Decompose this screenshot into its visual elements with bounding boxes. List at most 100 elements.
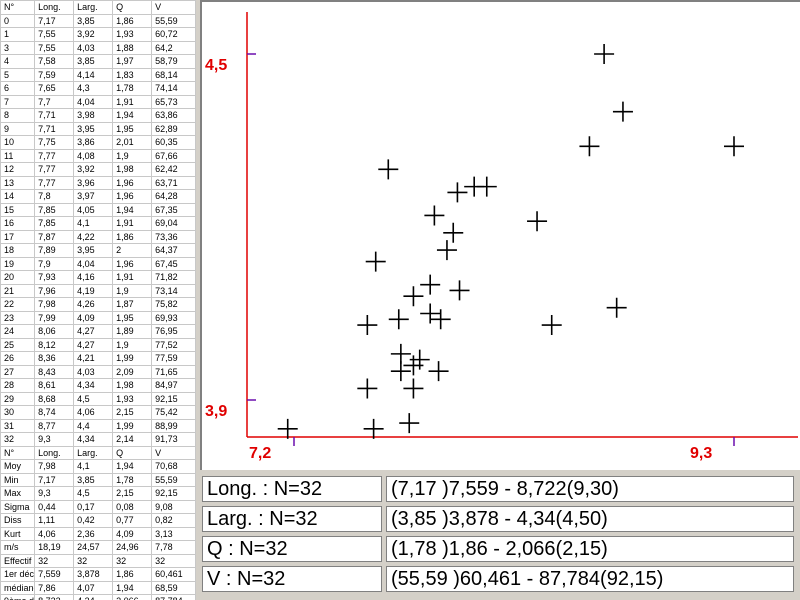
table-cell[interactable]: 7,55 [34, 27, 75, 42]
table-cell[interactable]: 0,82 [151, 513, 196, 528]
table-cell[interactable]: 4,27 [73, 337, 114, 352]
table-cell[interactable]: 24,96 [112, 540, 153, 555]
table-cell[interactable]: 22 [0, 297, 36, 312]
table-cell[interactable]: 18,19 [34, 540, 75, 555]
table-cell[interactable]: 64,28 [151, 189, 196, 204]
table-cell[interactable]: 3,878 [73, 567, 114, 582]
table-cell[interactable]: 1,96 [112, 189, 153, 204]
table-cell[interactable]: 1,78 [112, 472, 153, 487]
table-cell[interactable]: 7,55 [34, 40, 75, 55]
table-cell[interactable]: 7,58 [34, 54, 75, 69]
table-cell[interactable]: 7,85 [34, 202, 75, 217]
table-cell[interactable]: 1,94 [112, 202, 153, 217]
table-cell[interactable]: 1,83 [112, 67, 153, 82]
table-cell[interactable]: 1,95 [112, 121, 153, 136]
table-cell[interactable]: 4,3 [73, 81, 114, 96]
table-cell[interactable]: 1,99 [112, 351, 153, 366]
table-cell[interactable]: m/s [0, 540, 36, 555]
table-cell[interactable]: 2,15 [112, 486, 153, 501]
table-cell[interactable]: 3,95 [73, 121, 114, 136]
table-cell[interactable]: 1,86 [112, 13, 153, 28]
table-cell[interactable]: 77,59 [151, 351, 196, 366]
table-cell[interactable]: 75,82 [151, 297, 196, 312]
table-cell[interactable]: Q [112, 0, 153, 15]
table-cell[interactable]: 13 [0, 175, 36, 190]
table-cell[interactable]: 67,66 [151, 148, 196, 163]
table-cell[interactable]: 3,95 [73, 243, 114, 258]
table-cell[interactable]: 3,98 [73, 108, 114, 123]
table-cell[interactable]: 31 [0, 418, 36, 433]
table-cell[interactable]: 17 [0, 229, 36, 244]
table-cell[interactable]: 9,3 [34, 486, 75, 501]
table-cell[interactable]: 60,72 [151, 27, 196, 42]
table-cell[interactable]: 32 [151, 553, 196, 568]
table-cell[interactable]: 1,9 [112, 148, 153, 163]
table-cell[interactable]: 3,85 [73, 472, 114, 487]
table-cell[interactable]: 0,42 [73, 513, 114, 528]
table-cell[interactable]: 4,05 [73, 202, 114, 217]
table-cell[interactable]: 87,784 [151, 594, 196, 600]
table-cell[interactable]: 4,14 [73, 67, 114, 82]
table-cell[interactable]: 88,99 [151, 418, 196, 433]
table-cell[interactable]: 15 [0, 202, 36, 217]
table-cell[interactable]: 1,89 [112, 324, 153, 339]
table-cell[interactable]: 4,1 [73, 459, 114, 474]
table-cell[interactable]: 1,87 [112, 297, 153, 312]
table-cell[interactable]: 4,09 [112, 526, 153, 541]
table-cell[interactable]: 24,57 [73, 540, 114, 555]
table-cell[interactable]: 9ème décile [0, 594, 36, 600]
table-cell[interactable]: 1,98 [112, 162, 153, 177]
table-cell[interactable]: 32 [34, 553, 75, 568]
table-cell[interactable]: 71,82 [151, 270, 196, 285]
table-cell[interactable]: 3,85 [73, 13, 114, 28]
table-cell[interactable]: 60,461 [151, 567, 196, 582]
table-cell[interactable]: 4,5 [73, 486, 114, 501]
table-cell[interactable]: Larg. [73, 445, 114, 460]
table-cell[interactable]: 7,7 [34, 94, 75, 109]
table-cell[interactable]: 12 [0, 162, 36, 177]
table-cell[interactable]: 65,73 [151, 94, 196, 109]
table-cell[interactable]: 7,96 [34, 283, 75, 298]
table-cell[interactable]: 7,87 [34, 229, 75, 244]
table-cell[interactable]: 1,94 [112, 580, 153, 595]
table-cell[interactable]: 4,22 [73, 229, 114, 244]
table-cell[interactable]: 4,34 [73, 594, 114, 600]
table-cell[interactable]: 8,43 [34, 364, 75, 379]
table-cell[interactable]: 69,04 [151, 216, 196, 231]
table-cell[interactable]: 5 [0, 67, 36, 82]
table-cell[interactable]: 27 [0, 364, 36, 379]
table-cell[interactable]: 7,98 [34, 297, 75, 312]
table-cell[interactable]: 10 [0, 135, 36, 150]
table-cell[interactable]: 4,5 [73, 391, 114, 406]
table-cell[interactable]: 1,91 [112, 270, 153, 285]
table-cell[interactable]: 7,78 [151, 540, 196, 555]
table-cell[interactable]: 3,13 [151, 526, 196, 541]
table-cell[interactable]: 1,94 [112, 108, 153, 123]
table-cell[interactable]: 3,96 [73, 175, 114, 190]
table-cell[interactable]: 8,74 [34, 405, 75, 420]
table-cell[interactable]: 60,35 [151, 135, 196, 150]
table-cell[interactable]: Long. [34, 445, 75, 460]
table-cell[interactable]: 91,73 [151, 432, 196, 447]
table-cell[interactable]: 3 [0, 40, 36, 55]
table-cell[interactable]: 4,04 [73, 94, 114, 109]
table-cell[interactable]: 4,1 [73, 216, 114, 231]
table-cell[interactable]: 77,52 [151, 337, 196, 352]
table-cell[interactable]: 1,93 [112, 27, 153, 42]
table-cell[interactable]: 1,96 [112, 256, 153, 271]
table-cell[interactable]: 28 [0, 378, 36, 393]
table-cell[interactable]: Long. [34, 0, 75, 15]
table-cell[interactable]: 4,09 [73, 310, 114, 325]
table-cell[interactable]: 84,97 [151, 378, 196, 393]
table-cell[interactable]: 76,95 [151, 324, 196, 339]
table-cell[interactable]: médiane [0, 580, 36, 595]
table-cell[interactable]: 2,36 [73, 526, 114, 541]
table-cell[interactable]: 1,86 [112, 229, 153, 244]
table-cell[interactable]: Max [0, 486, 36, 501]
table-cell[interactable]: 16 [0, 216, 36, 231]
table-cell[interactable]: 63,86 [151, 108, 196, 123]
table-cell[interactable]: 2,14 [112, 432, 153, 447]
table-cell[interactable]: 4,07 [73, 580, 114, 595]
table-cell[interactable]: 4,03 [73, 40, 114, 55]
table-cell[interactable]: 9 [0, 121, 36, 136]
